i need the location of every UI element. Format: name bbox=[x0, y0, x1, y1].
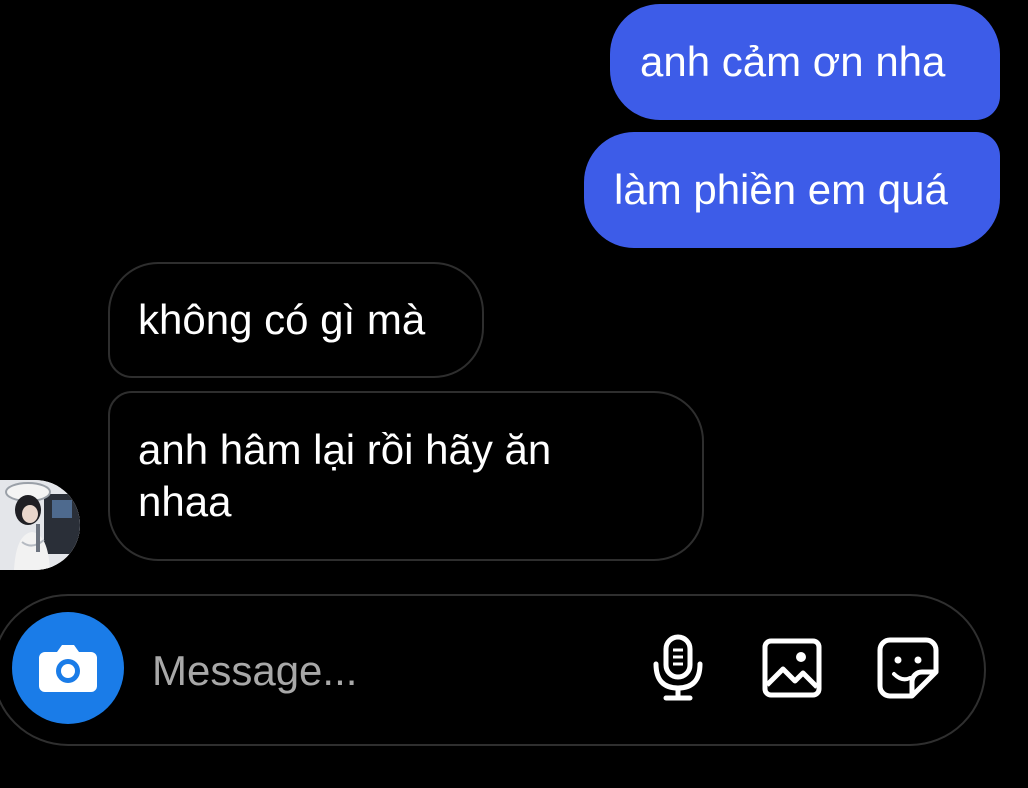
sent-message-bubble[interactable]: anh cảm ơn nha bbox=[610, 4, 1000, 120]
sent-message-bubble[interactable]: làm phiền em quá bbox=[584, 132, 1000, 248]
message-text: không có gì mà bbox=[138, 296, 426, 343]
message-text: làm phiền em quá bbox=[614, 166, 948, 213]
received-message-bubble[interactable]: anh hâm lại rồi hãy ăn nhaa bbox=[108, 391, 704, 561]
message-thread: anh cảm ơn nha làm phiền em quá không có… bbox=[0, 0, 1028, 590]
message-text: anh cảm ơn nha bbox=[640, 38, 946, 85]
message-input[interactable] bbox=[152, 640, 612, 702]
microphone-icon bbox=[653, 634, 703, 701]
received-message-bubble[interactable]: không có gì mà bbox=[108, 262, 484, 378]
microphone-button[interactable] bbox=[642, 632, 714, 704]
camera-icon bbox=[39, 645, 97, 692]
sticker-icon bbox=[877, 637, 939, 699]
message-text: anh hâm lại rồi hãy ăn nhaa bbox=[138, 426, 552, 525]
avatar-photo bbox=[0, 480, 80, 570]
sticker-button[interactable] bbox=[872, 632, 944, 704]
gallery-button[interactable] bbox=[756, 632, 828, 704]
avatar[interactable] bbox=[0, 480, 80, 570]
gallery-icon bbox=[762, 638, 822, 698]
camera-button[interactable] bbox=[12, 612, 124, 724]
